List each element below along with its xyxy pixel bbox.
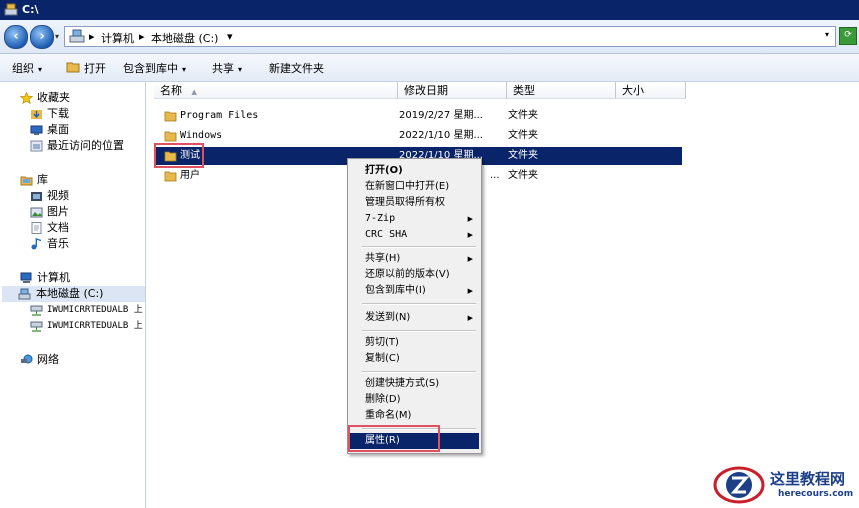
arrow-left-icon: ‹ — [13, 29, 19, 44]
nav-local-disk-c[interactable]: 本地磁盘 (C:) — [2, 286, 145, 302]
menu-item-open-new-window[interactable]: 在新窗口中打开(E) — [349, 179, 479, 195]
menu-item-take-ownership[interactable]: 管理员取得所有权 — [349, 195, 479, 211]
library-icon — [20, 176, 33, 186]
submenu-arrow-icon: ▶ — [467, 314, 473, 322]
menu-separator — [362, 303, 476, 305]
recent-pages-dropdown[interactable]: ▾ — [55, 32, 59, 41]
music-note-icon — [31, 238, 42, 250]
submenu-arrow-icon: ▶ — [467, 287, 473, 295]
forward-button[interactable]: › — [30, 25, 54, 49]
network-drive-icon — [30, 305, 43, 316]
menu-item-create-shortcut[interactable]: 创建快捷方式(S) — [349, 376, 479, 392]
submenu-arrow-icon: ▶ — [467, 215, 473, 223]
star-icon — [20, 92, 33, 104]
menu-item-7zip[interactable]: 7-Zip ▶ — [349, 211, 479, 227]
file-row-program-files[interactable]: Program Files 2019/2/27 星期... 文件夹 — [154, 107, 682, 125]
watermark-url: herecours.com — [778, 489, 854, 499]
back-button[interactable]: ‹ — [4, 25, 28, 49]
watermark-site-name: 这里教程网 — [770, 470, 846, 488]
column-name[interactable]: 名称 ▲ — [154, 82, 398, 99]
window-title: C:\ — [22, 3, 39, 16]
crumb-separator[interactable]: ▸ — [89, 30, 95, 43]
share-button[interactable]: 共享 ▾ — [212, 60, 242, 76]
column-type[interactable]: 类型 — [507, 82, 616, 99]
arrow-right-icon: › — [39, 29, 45, 44]
menu-item-crc-sha[interactable]: CRC SHA ▶ — [349, 227, 479, 243]
open-folder-icon — [66, 62, 80, 73]
column-header: 名称 ▲ 修改日期 类型 大小 — [154, 82, 859, 100]
menu-separator — [362, 371, 476, 373]
breadcrumb-local-disk[interactable]: 本地磁盘 (C:) — [151, 30, 218, 46]
menu-item-copy[interactable]: 复制(C) — [349, 351, 479, 367]
address-history-dropdown[interactable]: ▾ — [825, 30, 829, 39]
address-row: ‹ › ▾ ▸ 计算机 ▸ 本地磁盘 (C:) ▾ ▾ ⟳ — [0, 20, 859, 54]
crumb-separator[interactable]: ▸ — [139, 30, 145, 43]
menu-item-open[interactable]: 打开(O) — [349, 163, 479, 179]
network-drive-icon — [30, 321, 43, 332]
highlight-box-selected-folder — [154, 143, 204, 168]
submenu-arrow-icon: ▶ — [467, 231, 473, 239]
include-in-library-button[interactable]: 包含到库中 ▾ — [123, 60, 186, 76]
folder-icon — [164, 131, 177, 142]
folder-icon — [164, 111, 177, 122]
title-bar: C:\ — [0, 0, 859, 20]
video-icon — [31, 192, 42, 201]
file-row-windows[interactable]: Windows 2022/1/10 星期... 文件夹 — [154, 127, 682, 145]
new-folder-button[interactable]: 新建文件夹 — [269, 60, 324, 76]
network-icon — [21, 354, 33, 364]
downloads-folder-icon — [31, 110, 42, 119]
documents-icon — [31, 222, 42, 234]
breadcrumb-computer[interactable]: 计算机 — [101, 30, 134, 46]
address-bar[interactable]: ▸ 计算机 ▸ 本地磁盘 (C:) ▾ ▾ — [64, 26, 836, 47]
menu-item-cut[interactable]: 剪切(T) — [349, 335, 479, 351]
menu-item-restore-previous[interactable]: 还原以前的版本(V) — [349, 267, 479, 283]
recent-places-icon — [30, 140, 43, 152]
drive-icon — [4, 3, 18, 16]
command-bar: 组织 ▾ 打开 包含到库中 ▾ 共享 ▾ 新建文件夹 — [0, 54, 859, 82]
menu-item-send-to[interactable]: 发送到(N) ▶ — [349, 310, 479, 326]
menu-item-delete[interactable]: 删除(D) — [349, 392, 479, 408]
computer-icon — [20, 272, 32, 283]
submenu-arrow-icon: ▶ — [467, 255, 473, 263]
menu-separator — [362, 330, 476, 332]
file-list: 名称 ▲ 修改日期 类型 大小 Program Files 2019/2/27 … — [146, 82, 859, 508]
desktop-icon — [30, 125, 43, 135]
open-button[interactable]: 打开 — [66, 60, 106, 76]
refresh-button[interactable]: ⟳ — [839, 27, 857, 45]
watermark-logo-icon — [713, 466, 765, 504]
context-menu: 打开(O) 在新窗口中打开(E) 管理员取得所有权 7-Zip ▶ CRC SHA… — [347, 158, 482, 454]
navigation-pane: 收藏夹 下载 桌面 最近访问的位置 库 视频 图片 文档 音乐 计算机 本地磁盘… — [0, 82, 146, 508]
crumb-dropdown[interactable]: ▾ — [227, 30, 233, 43]
refresh-icon: ⟳ — [844, 30, 852, 40]
organize-button[interactable]: 组织 ▾ — [12, 60, 42, 76]
drive-icon — [69, 29, 85, 43]
column-date-modified[interactable]: 修改日期 — [398, 82, 507, 99]
highlight-box-properties — [348, 425, 440, 452]
column-size[interactable]: 大小 — [616, 82, 686, 99]
menu-separator — [362, 246, 476, 248]
menu-item-share[interactable]: 共享(H) ▶ — [349, 251, 479, 267]
sort-ascending-icon: ▲ — [191, 88, 197, 96]
drive-icon — [18, 288, 31, 300]
menu-item-rename[interactable]: 重命名(M) — [349, 408, 479, 424]
folder-icon — [164, 171, 177, 182]
menu-item-include-library[interactable]: 包含到库中(I) ▶ — [349, 283, 479, 299]
pictures-icon — [30, 207, 43, 218]
